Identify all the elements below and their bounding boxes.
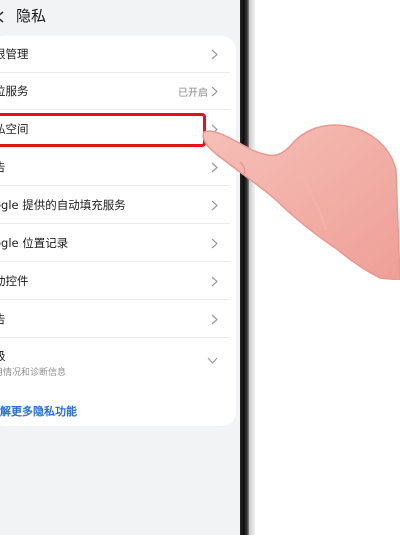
row-label: 级 <box>0 348 6 364</box>
page-title: 隐私 <box>16 7 47 25</box>
settings-row-location-history[interactable]: ogle 位置记录 <box>0 225 230 262</box>
status-text: 已开启 <box>178 88 208 99</box>
row-label: ogle 提供的自动填充服务 <box>0 198 126 212</box>
learn-more-privacy-link[interactable]: 解更多隐私功能 <box>0 403 77 419</box>
settings-row-location[interactable]: 位服务 已开启 <box>0 73 230 110</box>
back-arrow-icon[interactable] <box>0 10 8 24</box>
settings-row-permissions[interactable]: 限管理 <box>0 36 230 73</box>
row-label: 告 <box>0 159 6 175</box>
highlight-box <box>0 113 206 147</box>
row-label: ogle 位置记录 <box>0 236 69 250</box>
settings-row-ads-2[interactable]: 告 <box>0 301 230 338</box>
row-label: 位服务 <box>0 84 29 98</box>
chevron-right-icon <box>211 314 218 325</box>
row-label: 动控件 <box>0 274 29 288</box>
settings-row-ads[interactable]: 告 <box>0 149 230 186</box>
settings-row-advanced[interactable]: 级 用情况和诊断信息 <box>0 339 230 387</box>
chevron-right-icon <box>211 49 218 60</box>
settings-row-autofill[interactable]: ogle 提供的自动填充服务 <box>0 187 230 224</box>
row-sublabel: 用情况和诊断信息 <box>0 368 67 378</box>
chevron-right-icon <box>211 86 218 97</box>
top-bar: 隐私 <box>0 0 240 36</box>
chevron-down-icon <box>207 357 218 364</box>
row-label: 限管理 <box>0 47 29 61</box>
settings-row-activity-controls[interactable]: 动控件 <box>0 263 230 300</box>
row-label: 告 <box>0 311 6 327</box>
pointing-hand-icon <box>202 124 400 280</box>
